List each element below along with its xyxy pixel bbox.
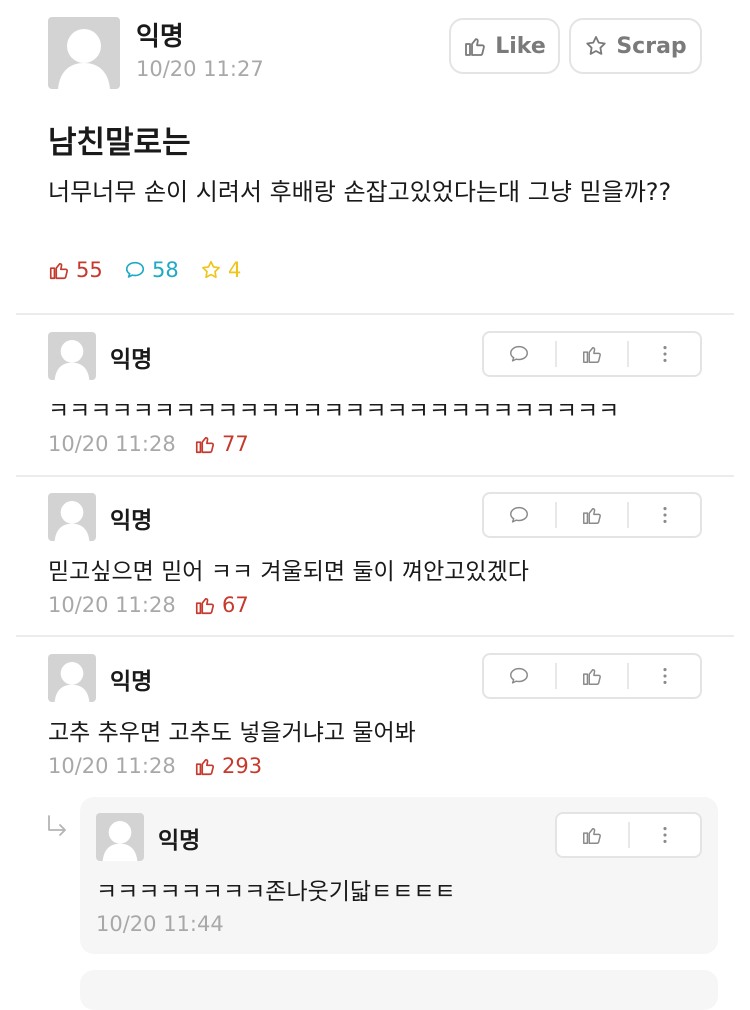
comment-text: 고추 추우면 고추도 넣을거냐고 물어봐 — [48, 720, 416, 746]
post-comment-count: 58 — [124, 258, 179, 282]
reply-card: 익명 ㅋㅋㅋㅋㅋㅋㅋㅋ존나웃기닯ㅌㅌㅌㅌ 10/20 11:44 — [80, 797, 718, 954]
comment-text: 믿고싶으면 믿어 ㅋㅋ 겨울되면 둘이 껴안고있겠다 — [48, 559, 529, 585]
post-timestamp: 10/20 11:27 — [136, 57, 264, 81]
reply-button[interactable] — [484, 333, 555, 375]
comment-like-button[interactable] — [557, 655, 628, 697]
comment-author: 익명 — [110, 669, 153, 695]
reply-author: 익명 — [158, 828, 201, 854]
comment-actions — [482, 653, 702, 699]
star-icon — [202, 260, 220, 279]
thumbs-up-icon — [583, 508, 601, 524]
scrap-button[interactable]: Scrap — [569, 18, 702, 74]
like-count-value: 55 — [76, 258, 103, 282]
comment-avatar — [48, 654, 96, 702]
comment-actions — [482, 492, 702, 538]
like-button-label: Like — [495, 33, 546, 59]
like-button[interactable]: Like — [449, 18, 560, 74]
vote-value: 293 — [222, 754, 263, 778]
more-button[interactable] — [630, 814, 701, 856]
vertical-dots-icon — [663, 346, 667, 362]
thumbs-up-icon — [465, 38, 486, 56]
comment-like-button[interactable] — [557, 494, 628, 536]
speech-bubble-icon — [510, 345, 529, 362]
thumbs-up-icon — [49, 262, 69, 280]
thumbs-up-icon — [583, 828, 602, 844]
vote-value: 67 — [222, 593, 249, 617]
comment-author: 익명 — [110, 347, 153, 373]
speech-bubble-icon — [510, 506, 529, 523]
thumbs-up-icon — [583, 347, 601, 363]
avatar-icon — [54, 340, 90, 380]
reply-timestamp: 10/20 11:44 — [96, 912, 224, 936]
comment-divider — [16, 475, 734, 477]
reply-button[interactable] — [484, 655, 555, 697]
vertical-dots-icon — [663, 668, 667, 684]
reply-avatar — [96, 813, 144, 861]
comment-author: 익명 — [110, 508, 153, 534]
post-divider — [16, 313, 734, 315]
comment-timestamp: 10/20 11:28 — [48, 754, 176, 778]
avatar-icon — [58, 29, 110, 89]
avatar-icon — [54, 501, 90, 541]
vote-value: 77 — [222, 432, 249, 456]
star-icon — [586, 36, 607, 55]
scrap-count-value: 4 — [228, 258, 242, 282]
reply-arrow-icon — [48, 815, 66, 836]
comment-like-button[interactable] — [557, 333, 628, 375]
more-button[interactable] — [629, 494, 700, 536]
comment-timestamp: 10/20 11:28 — [48, 432, 176, 456]
post-scrap-count: 4 — [200, 258, 241, 282]
post-author: 익명 — [136, 22, 184, 52]
avatar-icon — [102, 821, 138, 861]
post-title: 남친말로는 — [48, 125, 191, 161]
post-avatar — [48, 17, 120, 89]
next-reply-card — [80, 970, 718, 1010]
comment-timestamp: 10/20 11:28 — [48, 593, 176, 617]
vertical-dots-icon — [663, 827, 667, 843]
thumbs-up-icon — [195, 436, 215, 454]
more-button[interactable] — [629, 333, 700, 375]
comment-avatar — [48, 493, 96, 541]
scrap-button-label: Scrap — [616, 33, 687, 59]
thumbs-up-icon — [195, 597, 215, 615]
comment-avatar — [48, 332, 96, 380]
more-button[interactable] — [629, 655, 700, 697]
reply-button[interactable] — [484, 494, 555, 536]
comment-text: ㅋㅋㅋㅋㅋㅋㅋㅋㅋㅋㅋㅋㅋㅋㅋㅋㅋㅋㅋㅋㅋㅋㅋㅋㅋㅋㅋ — [48, 398, 620, 424]
thumbs-up-icon — [195, 758, 215, 776]
avatar-icon — [54, 662, 90, 702]
vertical-dots-icon — [663, 507, 667, 523]
comment-actions — [482, 331, 702, 377]
comment-vote-count: 77 — [194, 432, 249, 456]
post-like-count: 55 — [48, 258, 103, 282]
reply-like-button[interactable] — [557, 814, 628, 856]
reply-actions — [555, 812, 702, 858]
comment-divider — [16, 635, 734, 637]
reply-text: ㅋㅋㅋㅋㅋㅋㅋㅋ존나웃기닯ㅌㅌㅌㅌ — [96, 879, 456, 905]
post-body: 너무너무 손이 시려서 후배랑 손잡고있었다는대 그냥 믿을까?? — [48, 178, 672, 206]
speech-bubble-icon — [125, 261, 145, 278]
thumbs-up-icon — [583, 669, 601, 685]
comment-vote-count: 67 — [194, 593, 249, 617]
speech-bubble-icon — [510, 667, 529, 684]
comment-vote-count: 293 — [194, 754, 262, 778]
comment-count-value: 58 — [152, 258, 179, 282]
